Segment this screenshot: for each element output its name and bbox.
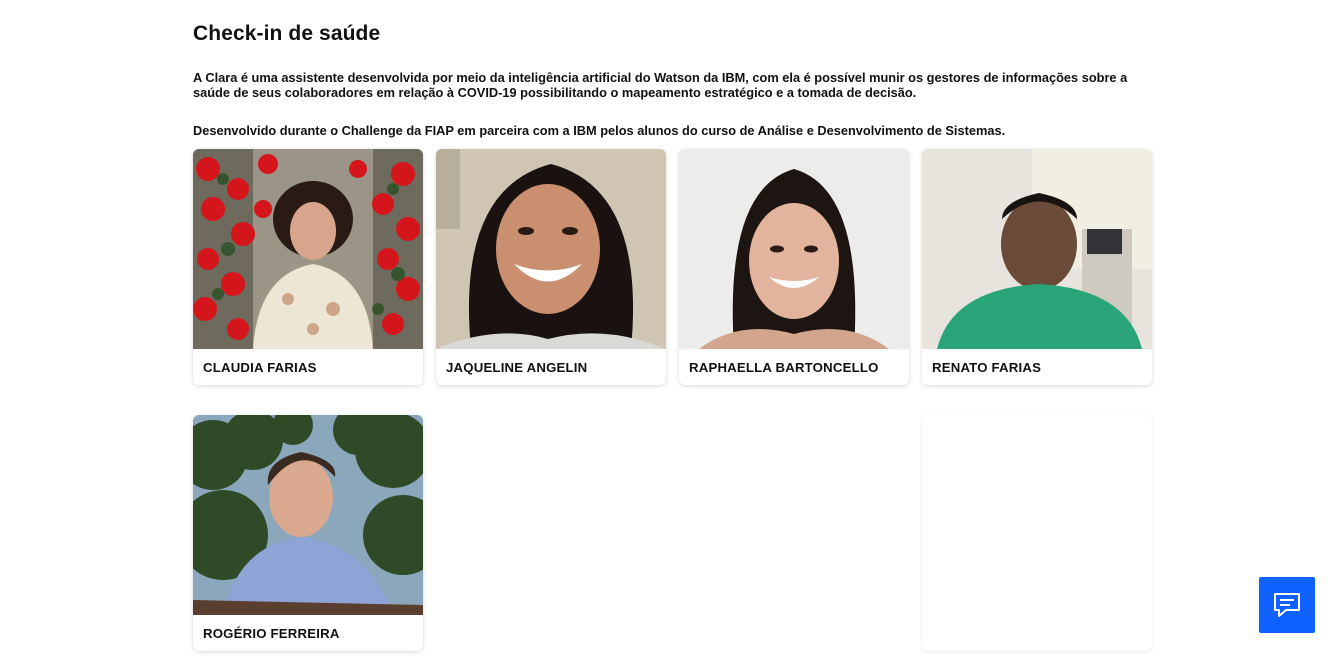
team-member-photo (922, 149, 1152, 349)
empty-card (922, 415, 1152, 651)
developed-by-paragraph: Desenvolvido durante o Challenge da FIAP… (193, 123, 1006, 138)
team-member-photo (436, 149, 666, 349)
team-card: RENATO FARIAS (922, 149, 1152, 385)
team-card: JAQUELINE ANGELIN (436, 149, 666, 385)
team-member-photo (679, 149, 909, 349)
chat-launcher-button[interactable] (1259, 577, 1315, 633)
team-member-name: CLAUDIA FARIAS (203, 360, 317, 375)
team-member-name: RENATO FARIAS (932, 360, 1042, 375)
team-member-name: ROGÉRIO FERREIRA (203, 626, 340, 641)
team-card: CLAUDIA FARIAS (193, 149, 423, 385)
chat-icon (1274, 593, 1300, 617)
team-member-photo (193, 149, 423, 349)
team-member-name: RAPHAELLA BARTONCELLO (689, 360, 879, 375)
team-card: ROGÉRIO FERREIRA (193, 415, 423, 651)
intro-paragraph: A Clara é uma assistente desenvolvida po… (193, 70, 1128, 100)
team-card: RAPHAELLA BARTONCELLO (679, 149, 909, 385)
page-title: Check-in de saúde (193, 22, 381, 45)
team-member-name: JAQUELINE ANGELIN (446, 360, 588, 375)
team-member-photo (193, 415, 423, 615)
page: Check-in de saúde A Clara é uma assisten… (0, 0, 1343, 665)
